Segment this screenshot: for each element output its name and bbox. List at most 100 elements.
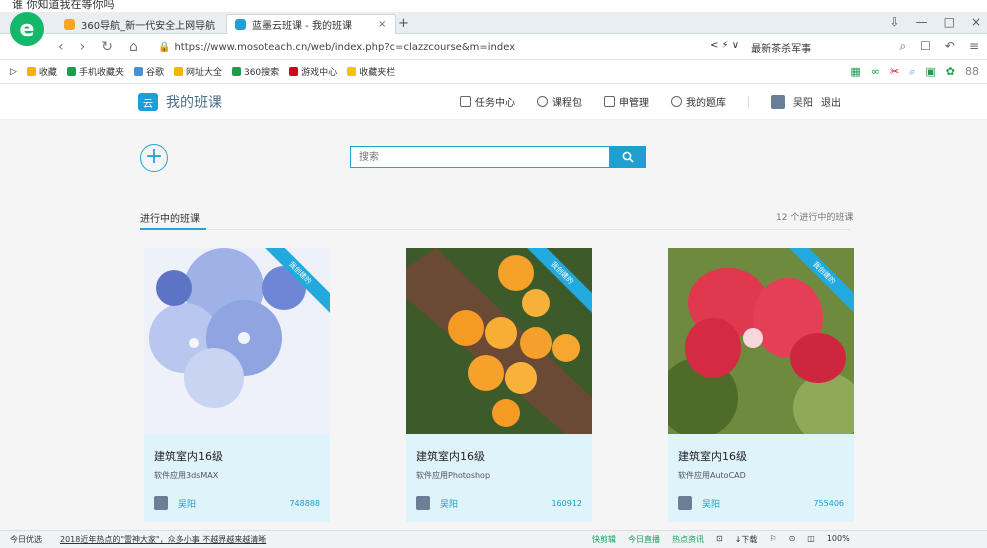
search-icon[interactable]: ⌕ [899, 39, 906, 54]
fav-item[interactable]: 游戏中心 [289, 65, 337, 78]
status-bar: 今日优选 2018近年热点的"雷神大家"，众多小事 不越界越来越清晰 快剪辑 今… [0, 530, 987, 548]
url-text[interactable]: https://www.mosoteach.cn/web/index.php?c… [174, 42, 515, 53]
menu-task-center[interactable]: 任务中心 [460, 94, 515, 109]
addr-tools: ⌕ ☐ ↶ ≡ [899, 39, 979, 54]
news-link[interactable]: 2018近年热点的"雷神大家"，众多小事 不越界越来越清晰 [60, 534, 266, 545]
close-tab-icon[interactable]: × [378, 19, 386, 30]
teacher-avatar [416, 496, 430, 510]
user-name[interactable]: 吴阳 [793, 94, 813, 109]
fav-item[interactable]: 手机收藏夹 [66, 65, 124, 78]
clock-icon[interactable]: ⊙ [789, 534, 796, 545]
flower-icon[interactable]: ✿ [946, 65, 955, 79]
tab-underline [140, 228, 206, 230]
course-card[interactable]: 我创建的 建筑室内16级 软件应用AutoCAD 吴阳 755406 [668, 248, 854, 522]
app-icon[interactable]: ▦ [850, 65, 860, 79]
package-icon [537, 96, 548, 107]
fav-tools: ▦ ∞ ✂ ⌕ ▣ ✿ 88 [850, 65, 979, 79]
game-icon [289, 67, 299, 76]
refresh-icon[interactable]: ↻ [101, 39, 113, 55]
course-footer: 吴阳 160912 [416, 496, 582, 510]
fav-item[interactable]: 收藏夹栏 [347, 65, 395, 78]
teacher-name: 吴阳 [440, 499, 459, 510]
menu-icon[interactable]: ≡ [969, 39, 979, 54]
download-icon[interactable]: ↓下载 [735, 534, 758, 545]
window-icon[interactable]: ◫ [807, 534, 815, 545]
course-title: 建筑室内16级 [678, 450, 747, 463]
zoom-level[interactable]: 100% [827, 534, 850, 545]
phone-icon [66, 67, 76, 76]
search-hint[interactable]: 最新茶杀军事 [751, 40, 811, 55]
brand[interactable]: 云 我的班课 [138, 92, 222, 112]
menu-manage[interactable]: 申管理 [604, 94, 649, 109]
quick-edit-icon[interactable]: 快剪辑 [592, 534, 616, 545]
scissors-icon[interactable]: ✂ [890, 65, 899, 79]
find-icon[interactable]: ⌕ [909, 65, 915, 79]
window-controls: ⇩ — □ × [890, 15, 981, 29]
class-count: 12 个进行中的班课 [776, 213, 854, 223]
site-header: 云 我的班课 任务中心 课程包 申管理 我的题库 吴阳 退出 [0, 84, 987, 120]
browser-logo-icon[interactable]: e [10, 12, 44, 46]
course-card[interactable]: 我创建的 建筑室内16级 软件应用3dsMAX 吴阳 748888 [144, 248, 330, 522]
back-icon[interactable]: ‹ [58, 39, 64, 55]
section-divider [140, 229, 850, 230]
section-tab-active-classes[interactable]: 进行中的班课 [140, 210, 200, 225]
share-icon[interactable]: < ⚡ ∨ [710, 40, 739, 55]
fav-item[interactable]: 360搜索 [231, 65, 279, 78]
menu-question-bank[interactable]: 我的题库 [671, 94, 726, 109]
maximize-icon[interactable]: □ [944, 15, 955, 29]
address-bar: ‹ › ↻ ⌂ 🔒 https://www.mosoteach.cn/web/i… [0, 34, 987, 60]
teacher-name: 吴阳 [702, 499, 721, 510]
forward-icon[interactable]: › [80, 39, 86, 55]
google-icon [133, 67, 143, 76]
top-menu: 任务中心 课程包 申管理 我的题库 吴阳 退出 [460, 94, 841, 109]
sidebar-icon[interactable]: ☐ [920, 39, 931, 54]
add-class-button[interactable]: + [140, 144, 168, 172]
more-icon[interactable]: 88 [965, 65, 979, 79]
360-icon [64, 18, 75, 30]
translate-icon[interactable]: ▣ [925, 65, 935, 79]
teacher-avatar [154, 496, 168, 510]
close-window-icon[interactable]: × [971, 15, 981, 29]
teacher-name: 吴阳 [178, 499, 197, 510]
fav-expand-icon[interactable]: ▷ [10, 67, 17, 77]
screen-icon[interactable]: ⊡ [716, 534, 723, 545]
course-card[interactable]: 我创建的 建筑室内16级 软件应用Photoshop 吴阳 160912 [406, 248, 592, 522]
teacher-avatar [678, 496, 692, 510]
tab-label: 360导航_新一代安全上网导航 [81, 20, 216, 32]
fav-item[interactable]: 网址大全 [173, 65, 222, 78]
home-icon[interactable]: ⌂ [129, 39, 138, 55]
course-footer: 吴阳 755406 [678, 496, 844, 510]
restore-icon[interactable]: ⇩ [890, 15, 900, 29]
course-image: 我创建的 [668, 248, 854, 434]
minimize-icon[interactable]: — [916, 15, 928, 29]
tab-360-nav[interactable]: 360导航_新一代安全上网导航 [56, 14, 223, 34]
class-code: 160912 [551, 498, 582, 508]
course-title: 建筑室内16级 [154, 450, 223, 463]
course-footer: 吴阳 748888 [154, 496, 320, 510]
today-picks[interactable]: 今日优选 [10, 534, 42, 545]
course-subtitle: 软件应用Photoshop [416, 471, 491, 480]
avatar[interactable] [771, 94, 785, 109]
search-input[interactable] [350, 146, 610, 168]
fav-item[interactable]: 谷歌 [133, 65, 164, 78]
class-code: 748888 [289, 498, 320, 508]
url-field[interactable]: 🔒 https://www.mosoteach.cn/web/index.php… [158, 37, 588, 57]
course-image: 我创建的 [406, 248, 592, 434]
search-button[interactable] [610, 146, 646, 168]
addr-right: < ⚡ ∨ 最新茶杀军事 [710, 40, 811, 55]
tab-my-classes[interactable]: 蓝墨云班课 - 我的班课 × [226, 14, 396, 34]
tab-label: 蓝墨云班课 - 我的班课 [252, 21, 352, 32]
course-image: 我创建的 [144, 248, 330, 434]
news-icon[interactable]: 热点资讯 [672, 534, 704, 545]
lock-icon: 🔒 [158, 41, 171, 53]
fav-item[interactable]: 收藏 [26, 65, 57, 78]
link-icon[interactable]: ∞ [871, 65, 880, 79]
new-tab-button[interactable]: + [398, 16, 409, 31]
logout-link[interactable]: 退出 [821, 94, 841, 109]
flag-icon[interactable]: ⚐ [769, 534, 776, 545]
live-icon[interactable]: 今日直播 [628, 534, 660, 545]
search-box [350, 146, 646, 168]
menu-course-package[interactable]: 课程包 [537, 94, 582, 109]
task-icon [460, 96, 471, 107]
undo-icon[interactable]: ↶ [945, 39, 955, 54]
